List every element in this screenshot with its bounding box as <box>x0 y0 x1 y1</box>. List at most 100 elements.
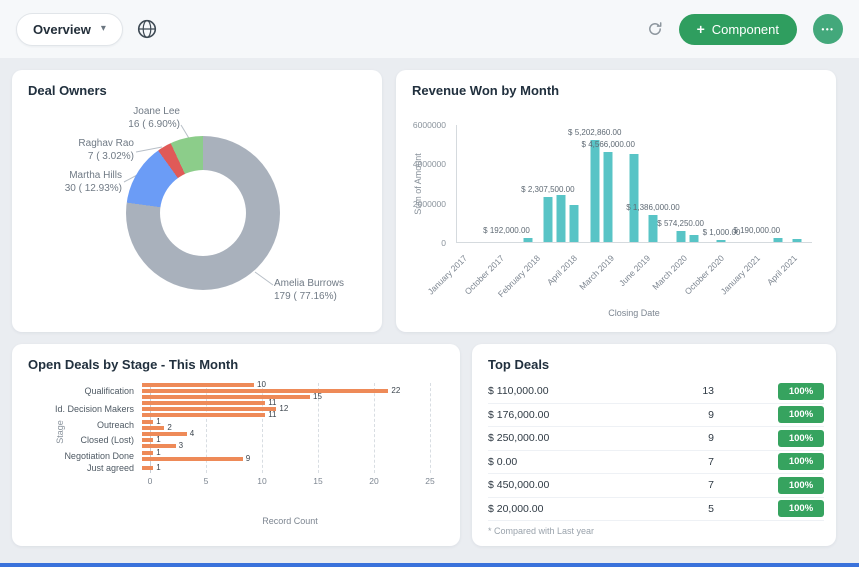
topbar-actions: + Component ••• <box>647 14 843 45</box>
bar-value-label: 11 <box>268 411 276 419</box>
deal-badge: 100% <box>778 430 824 447</box>
stage-bar[interactable] <box>142 432 187 436</box>
bar-value-label: 15 <box>313 393 322 401</box>
stage-bar[interactable] <box>142 420 153 424</box>
stage-group: Closed (Lost)413 <box>26 432 446 448</box>
slice-name: Raghav Rao <box>24 138 134 151</box>
stage-bar[interactable] <box>142 395 310 399</box>
x-axis-title: Record Count <box>150 516 430 526</box>
add-component-label: Component <box>712 22 779 37</box>
x-tick-label: 20 <box>369 476 378 486</box>
y-tick-label: 2000000 <box>413 199 446 209</box>
stage-bar[interactable] <box>142 466 153 470</box>
deal-amount: $ 450,000.00 <box>488 479 674 491</box>
slice-label-joane-lee: Joane Lee 16 ( 6.90%) <box>70 106 180 131</box>
stage-card: Open Deals by Stage - This Month Stage Q… <box>12 344 460 546</box>
revenue-bar[interactable] <box>543 197 552 242</box>
bar-value-label: $ 4,566,000.00 <box>582 140 635 149</box>
deal-count: 7 <box>674 479 714 491</box>
stage-bar[interactable] <box>142 383 254 387</box>
bar-value-label: 1 <box>156 464 160 472</box>
deal-row[interactable]: $ 450,000.007 100% <box>488 474 824 498</box>
y-tick-label: 6000000 <box>413 120 446 130</box>
stage-group: Id. Decision Makers111211 <box>26 401 446 417</box>
revenue-plot[interactable]: $ 192,000.00$ 2,307,500.00$ 5,202,860.00… <box>456 125 812 243</box>
slice-label-raghav-rao: Raghav Rao 7 ( 3.02%) <box>24 138 134 163</box>
footnote: * Compared with Last year <box>488 526 594 536</box>
globe-icon <box>137 19 157 39</box>
revenue-bar[interactable] <box>717 240 726 242</box>
bar-value-label: 22 <box>391 387 400 395</box>
stage-bar[interactable] <box>142 451 153 455</box>
revenue-card: Revenue Won by Month Sum of Amount 60000… <box>396 70 836 332</box>
stage-label: Id. Decision Makers <box>26 404 142 414</box>
stage-bar[interactable] <box>142 401 265 405</box>
deal-amount: $ 20,000.00 <box>488 503 674 515</box>
deal-count: 5 <box>674 503 714 515</box>
bar-value-label: 11 <box>268 399 276 407</box>
revenue-bar[interactable] <box>604 152 613 242</box>
revenue-bar[interactable] <box>793 239 802 242</box>
stage-bar[interactable] <box>142 438 153 442</box>
add-component-button[interactable]: + Component <box>679 14 797 45</box>
deal-owners-card: Deal Owners Joane Lee 16 ( 6.90%) Raghav… <box>12 70 382 332</box>
bar-value-label: 1 <box>156 449 160 457</box>
globe-button[interactable] <box>137 19 157 39</box>
deal-row[interactable]: $ 250,000.009100% <box>488 427 824 451</box>
bar-value-label: 1 <box>156 418 160 426</box>
revenue-bar[interactable] <box>676 231 685 242</box>
stage-label: Qualification <box>26 386 142 396</box>
refresh-icon <box>647 21 663 37</box>
y-tick-label: 0 <box>441 238 446 248</box>
deal-amount: $ 250,000.00 <box>488 432 674 444</box>
deal-count: 7 <box>674 456 714 468</box>
revenue-bar[interactable] <box>590 140 599 242</box>
top-bar: Overview ▾ + Component ••• <box>0 0 859 58</box>
revenue-x-ticks: January 2017October 2017February 2018Apr… <box>456 244 812 302</box>
bar-value-label: $ 190,000.00 <box>733 226 780 235</box>
refresh-button[interactable] <box>647 21 663 37</box>
revenue-bar[interactable] <box>524 238 533 242</box>
deal-badge: 100% <box>778 453 824 470</box>
revenue-bar[interactable] <box>690 235 699 242</box>
deal-row[interactable]: $ 176,000.009100% <box>488 404 824 428</box>
stage-label: Just agreed <box>26 463 142 473</box>
stage-x-ticks: 0510152025 <box>150 476 430 488</box>
stage-bar[interactable] <box>142 389 388 393</box>
stage-group: Negotiation Done19 <box>26 451 446 461</box>
slice-label-amelia-burrows: Amelia Burrows 179 ( 77.16%) <box>274 278 344 303</box>
deal-amount: $ 110,000.00 <box>488 385 674 397</box>
revenue-bar[interactable] <box>774 238 783 242</box>
stage-bar[interactable] <box>142 426 164 430</box>
stage-bar[interactable] <box>142 457 243 461</box>
stage-plot: Qualification102215Id. Decision Makers11… <box>26 383 446 474</box>
revenue-bar[interactable] <box>557 195 566 242</box>
slice-value: 16 ( 6.90%) <box>70 119 180 132</box>
slice-name: Amelia Burrows <box>274 278 344 291</box>
stage-chart[interactable]: Qualification102215Id. Decision Makers11… <box>26 380 446 488</box>
bar-value-label: $ 574,250.00 <box>657 219 704 228</box>
more-options-button[interactable]: ••• <box>813 14 843 44</box>
revenue-y-ticks: 6000000400000020000000 <box>396 125 452 243</box>
revenue-bar[interactable] <box>648 215 657 242</box>
card-title: Top Deals <box>472 344 836 372</box>
x-tick-label: 15 <box>313 476 322 486</box>
stage-bar[interactable] <box>142 407 276 411</box>
deal-owners-donut[interactable] <box>126 136 280 290</box>
card-title: Revenue Won by Month <box>396 70 836 98</box>
deal-badge: 100% <box>778 477 824 494</box>
deal-badge: 100% <box>778 406 824 423</box>
chevron-down-icon: ▾ <box>101 24 106 34</box>
x-tick-label: 10 <box>257 476 266 486</box>
card-title: Deal Owners <box>12 70 382 98</box>
revenue-bar[interactable] <box>570 205 579 242</box>
stage-group: Qualification102215 <box>26 383 446 399</box>
revenue-bar[interactable] <box>629 154 638 243</box>
stage-group: Outreach12 <box>26 420 446 430</box>
deal-row[interactable]: $ 0.007100% <box>488 451 824 475</box>
deal-row[interactable]: $ 110,000.0013100% <box>488 380 824 404</box>
dashboard-selector[interactable]: Overview ▾ <box>16 13 123 46</box>
deal-row[interactable]: $ 20,000.005100% <box>488 498 824 522</box>
bar-value-label: 2 <box>167 424 171 432</box>
x-tick-label: 5 <box>204 476 209 486</box>
